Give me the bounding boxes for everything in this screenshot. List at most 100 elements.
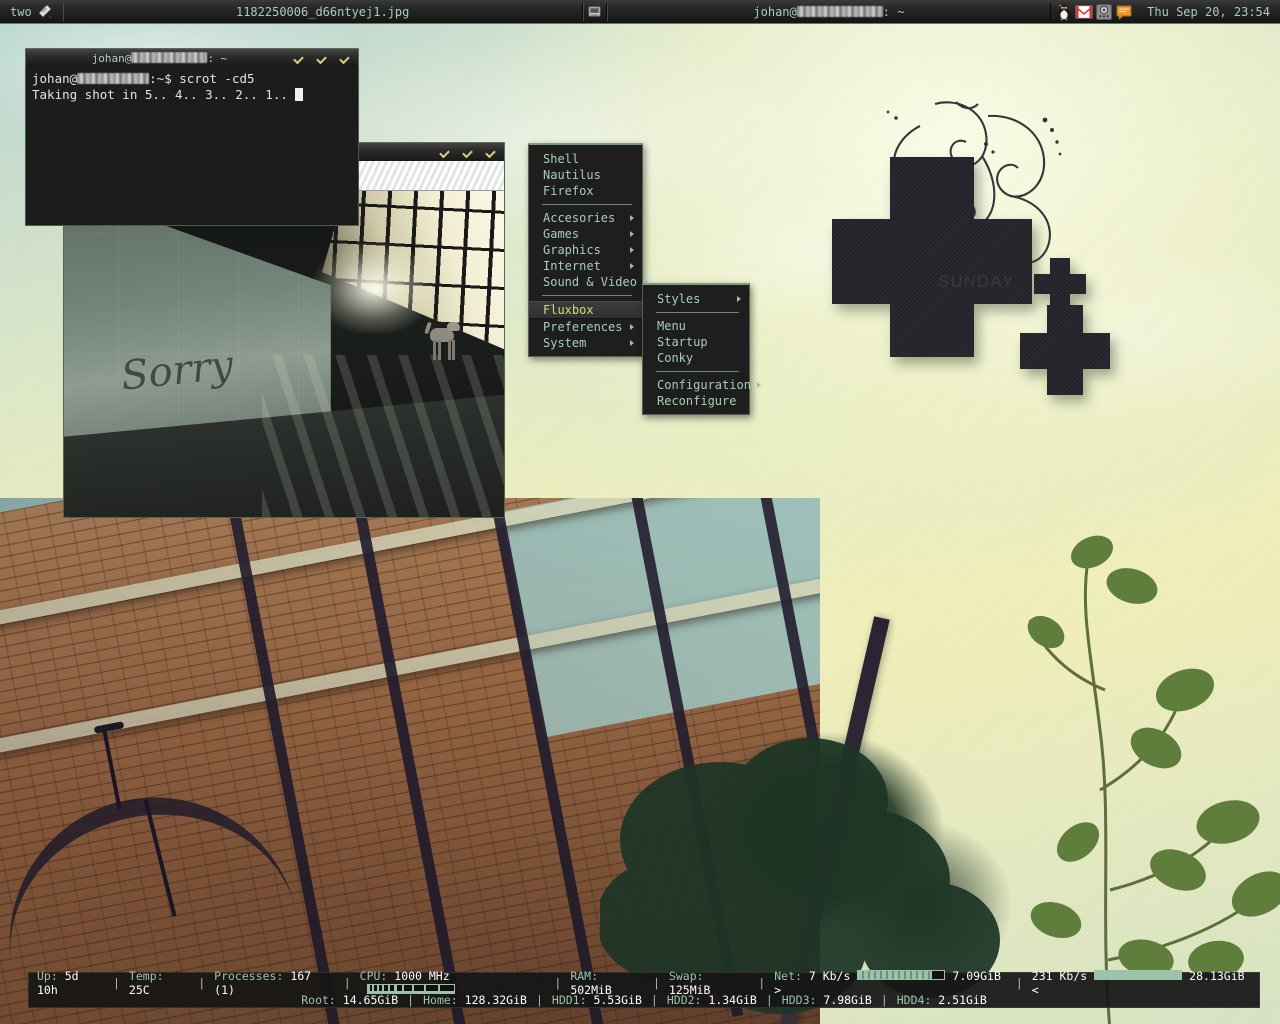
conky-label: HDD1: <box>551 992 594 1007</box>
terminal-command: scrot -cd5 <box>179 71 255 86</box>
conky-label: RAM: <box>570 968 599 983</box>
menu-item-games[interactable]: Games <box>529 226 642 242</box>
submenu-item-configuration[interactable]: Configuration <box>643 377 761 393</box>
terminal-prompt-line: johan@:~$ scrot -cd5 <box>32 71 255 86</box>
menu-item-fluxbox[interactable]: Fluxbox <box>529 301 642 319</box>
conky-separator: | <box>343 975 351 990</box>
conky-value: 7 Kb/s <box>808 968 851 983</box>
fluxbox-toolbar: two 1182250006_d66ntyej1.jpg johan@: ~ T… <box>0 0 1280 24</box>
close-button[interactable] <box>339 54 348 63</box>
terminal-cursor <box>295 88 304 101</box>
conky-status-bar: Up: 5d 10h | Temp: 25C | Processes: 167 (1) |… <box>28 969 1260 1008</box>
submenu-item-startup[interactable]: Startup <box>643 334 749 350</box>
fluxbox-root-menu[interactable]: Shell Nautilus Firefox Accesories Games Graph… <box>528 143 647 357</box>
menu-item-label: Styles <box>657 292 701 306</box>
maximize-button[interactable] <box>462 148 471 157</box>
taskbar-window-terminal[interactable]: johan@: ~ <box>606 2 1052 21</box>
conky-value: 25C <box>128 982 150 997</box>
submenu-item-conky[interactable]: Conky <box>643 350 749 366</box>
conky-label: HDD4: <box>896 992 939 1007</box>
menu-item-label: Reconfigure <box>657 394 737 408</box>
toolbar-clock: Thu Sep 20, 23:54 <box>1147 4 1270 19</box>
volume-icon[interactable] <box>1095 3 1113 21</box>
image-viewer-window-buttons <box>439 148 504 157</box>
menu-item-label: Configuration <box>657 378 751 392</box>
maximize-button[interactable] <box>316 54 325 63</box>
conky-label: Home: <box>423 992 465 1007</box>
fluxbox-icon <box>38 4 53 19</box>
conky-stat-231-kb-s: 231 Kb/s 28.13GiB < <box>1032 969 1251 997</box>
submenu-arrow-icon <box>630 340 634 346</box>
taskbar-window-image-viewer[interactable]: 1182250006_d66ntyej1.jpg <box>62 2 583 21</box>
conky-separator: | <box>1015 975 1023 990</box>
menu-item-nautilus[interactable]: Nautilus <box>529 167 642 183</box>
conky-value: 1.34GiB <box>708 992 757 1007</box>
gmail-icon[interactable] <box>1075 3 1093 21</box>
conky-label: Temp: <box>128 968 164 983</box>
conky-disk-hdd2: HDD2: 1.34GiB <box>667 993 757 1007</box>
menu-item-label: Sound & Video <box>543 275 637 289</box>
redacted-hostname <box>131 51 208 63</box>
conky-disk-hdd3: HDD3: 7.98GiB <box>782 993 872 1007</box>
fluxbox-submenu[interactable]: Styles Menu Startup Conky Configuration Recon… <box>642 283 761 415</box>
terminal-window[interactable]: johan@: ~ johan@:~$ scrot -cd5 Taking sh… <box>25 48 359 226</box>
menu-item-internet[interactable]: Internet <box>529 258 642 274</box>
conky-separator: | <box>652 975 660 990</box>
conky-label: HDD3: <box>781 992 824 1007</box>
menu-item-label: Fluxbox <box>543 303 594 317</box>
taskbar-window-title-2: johan@: ~ <box>753 4 905 19</box>
conky-separator: | <box>880 992 888 1007</box>
menu-item-preferences[interactable]: Preferences <box>529 319 642 335</box>
conky-row-system: Up: 5d 10h | Temp: 25C | Processes: 167 (1) |… <box>37 969 1251 997</box>
conky-value: 1000 MHz <box>394 968 450 983</box>
net-down-graph <box>1094 969 1183 980</box>
submenu-item-menu[interactable]: Menu <box>643 318 749 334</box>
workspace-name-button[interactable]: two <box>0 0 63 23</box>
conky-value: 2.51GiB <box>938 992 987 1007</box>
conky-disk-hdd4: HDD4: 2.51GiB <box>897 993 987 1007</box>
terminal-output-line: Taking shot in 5.. 4.. 3.. 2.. 1.. <box>32 87 352 103</box>
menu-item-accesories[interactable]: Accesories <box>529 210 642 226</box>
submenu-item-reconfigure[interactable]: Reconfigure <box>643 393 749 409</box>
menu-item-shell[interactable]: Shell <box>529 151 642 167</box>
conky-label: Up: <box>37 968 65 983</box>
conky-separator: | <box>765 992 773 1007</box>
submenu-item-styles[interactable]: Styles <box>643 291 749 307</box>
submenu-arrow-icon <box>756 382 761 388</box>
conky-label: Swap: <box>668 968 704 983</box>
menu-item-system[interactable]: System <box>529 335 642 351</box>
conky-stat-up: Up: 5d 10h <box>37 969 104 997</box>
cpu-histogram <box>366 983 455 994</box>
menu-item-label: System <box>543 336 587 350</box>
terminal-titlebar[interactable]: johan@: ~ <box>25 48 359 67</box>
submenu-arrow-icon <box>630 247 634 253</box>
shade-button[interactable] <box>439 148 448 157</box>
conky-label: CPU: <box>359 968 395 983</box>
conky-label: Net: <box>774 968 809 983</box>
menu-item-label: Preferences <box>543 320 623 334</box>
shade-button[interactable] <box>293 54 302 63</box>
terminal-body[interactable]: johan@:~$ scrot -cd5 Taking shot in 5.. … <box>25 67 359 226</box>
tux-penguin-icon[interactable] <box>1055 3 1073 21</box>
conky-value: 231 Kb/s <box>1031 968 1088 983</box>
menu-item-firefox[interactable]: Firefox <box>529 183 642 199</box>
submenu-arrow-icon <box>737 296 741 302</box>
conky-value: 7.98GiB <box>823 992 872 1007</box>
menu-item-sound-video[interactable]: Sound & Video <box>529 274 647 290</box>
conky-label: Root: <box>301 992 343 1007</box>
conky-label: Processes: <box>214 968 291 983</box>
viewer-photo: Sorry <box>64 191 504 517</box>
conky-separator: | <box>650 992 658 1007</box>
menu-item-label: Accesories <box>543 211 616 225</box>
terminal-window-buttons <box>293 54 358 63</box>
taskbar-window-title-1: 1182250006_d66ntyej1.jpg <box>235 4 410 19</box>
menu-separator <box>542 204 632 205</box>
chat-bubble-icon[interactable] <box>1115 3 1133 21</box>
desktop: SUNDAY <box>0 0 1280 1024</box>
conky-separator: | <box>758 975 766 990</box>
window-iconified-icon[interactable] <box>582 2 607 21</box>
conky-separator: | <box>407 992 415 1007</box>
menu-item-graphics[interactable]: Graphics <box>529 242 642 258</box>
close-button[interactable] <box>485 148 494 157</box>
menu-item-label: Internet <box>543 259 601 273</box>
